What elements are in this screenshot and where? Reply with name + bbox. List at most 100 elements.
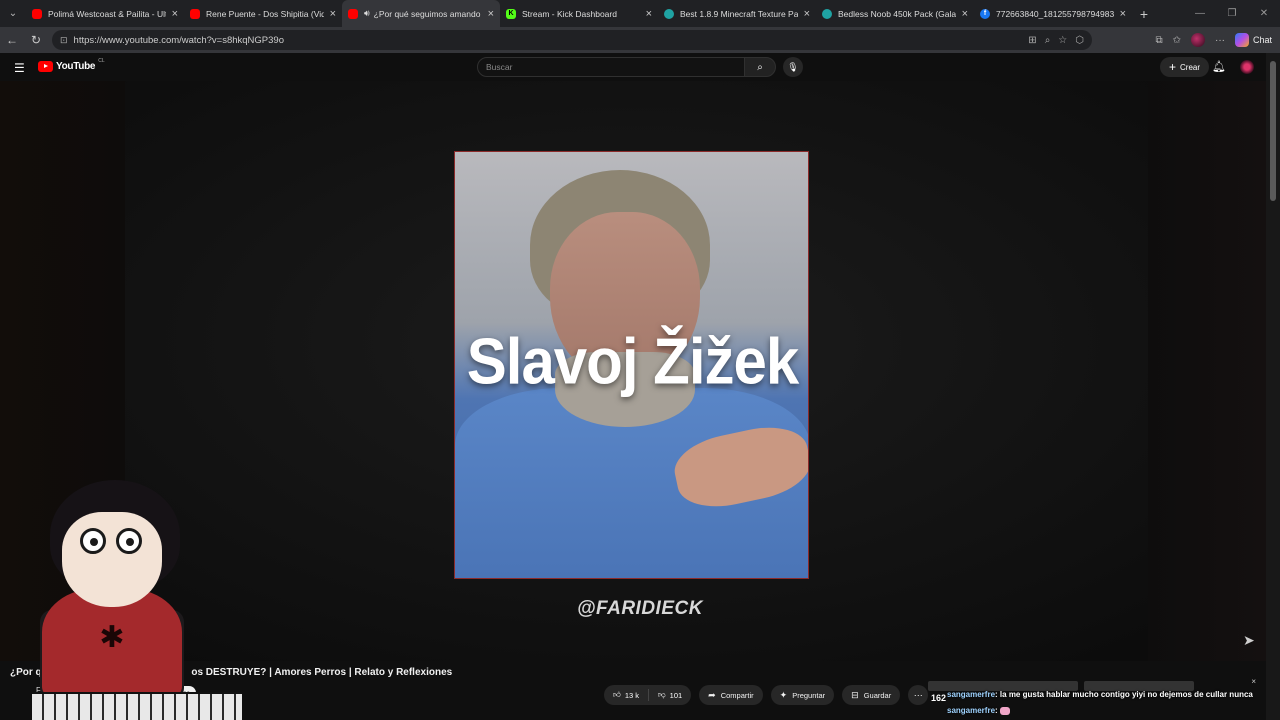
- avatar-face: [62, 512, 162, 607]
- reload-icon[interactable]: ↻: [24, 33, 48, 47]
- extension-icon[interactable]: ⬡: [1075, 35, 1084, 46]
- app-available-icon[interactable]: ⊞: [1028, 35, 1036, 46]
- more-actions-button[interactable]: ···: [908, 685, 929, 705]
- thumbs-up-icon: 👍︎: [613, 690, 621, 699]
- minimize-icon[interactable]: —: [1184, 0, 1216, 27]
- like-dislike-group: 👍︎ 13 k 👎︎ 101: [604, 685, 692, 705]
- omnibox-actions: ⊞ ⌕ ☆ ⬡: [1028, 30, 1084, 50]
- tab-2-active[interactable]: 🔊︎ ¿Por qué seguimos amando a ×: [342, 0, 500, 27]
- favorite-star-icon[interactable]: ☆: [1058, 35, 1067, 46]
- toolbar-right: ⧉ ✩ ··· Chat: [1155, 27, 1272, 53]
- overlay-name-text: Slavoj Žižek: [466, 325, 799, 398]
- more-icon: ···: [913, 690, 923, 700]
- close-icon[interactable]: ×: [962, 8, 968, 20]
- video-actions: 👍︎ 13 k 👎︎ 101 ➦ Compartir ✦ Preguntar ⊟…: [604, 685, 929, 705]
- chat-close-icon[interactable]: ×: [1251, 677, 1256, 686]
- menu-hamburger-icon[interactable]: ☰: [14, 61, 25, 75]
- share-label: Compartir: [720, 690, 754, 700]
- create-button[interactable]: + Crear: [1160, 57, 1210, 77]
- tab-4[interactable]: Best 1.8.9 Minecraft Texture Packs ×: [658, 0, 816, 27]
- window-controls: — ❐ ✕: [1184, 0, 1280, 27]
- search-icon: ⌕: [757, 61, 763, 73]
- scrollbar-thumb[interactable]: [1270, 61, 1276, 201]
- copilot-label: Chat: [1252, 35, 1272, 45]
- chat-count: 162: [931, 693, 947, 703]
- sparkle-icon: ✦: [779, 689, 788, 700]
- more-menu-icon[interactable]: ···: [1215, 35, 1225, 46]
- tab-5[interactable]: Bedless Noob 450k Pack (Galaxy ×: [816, 0, 974, 27]
- country-code: CL: [98, 57, 105, 64]
- streamer-avatar-overlay: ✱: [32, 470, 242, 720]
- url-text: https://www.youtube.com/watch?v=s8hkqNGP…: [73, 34, 284, 46]
- tab-1[interactable]: Rene Puente - Dos Shipitia (Video ×: [184, 0, 342, 27]
- tab-6[interactable]: f 772663840_18125579879498322 ×: [974, 0, 1132, 27]
- zoom-icon[interactable]: ⌕: [1045, 35, 1051, 46]
- plus-icon: +: [1169, 60, 1177, 74]
- stream-chat-overlay: × 162 sangamerfre: la me gusta hablar mu…: [928, 677, 1268, 720]
- profile-avatar[interactable]: [1190, 33, 1205, 47]
- maximize-icon[interactable]: ❐: [1216, 0, 1248, 27]
- share-button[interactable]: ➦ Compartir: [699, 685, 763, 705]
- copilot-chat-button[interactable]: Chat: [1234, 33, 1272, 47]
- close-icon[interactable]: ×: [646, 8, 652, 20]
- youtube-logo[interactable]: YouTube CL: [38, 57, 105, 72]
- close-icon[interactable]: ×: [1120, 8, 1126, 20]
- copilot-icon: [1234, 33, 1249, 47]
- chat-username: sangamerfre: [947, 690, 996, 699]
- tab-0[interactable]: Polimá Westcoast & Pailita - Ultra ×: [26, 0, 184, 27]
- youtube-icon: [190, 8, 200, 19]
- bookmark-icon: ⊟: [851, 689, 859, 700]
- spider-emblem-icon: ✱: [99, 621, 125, 654]
- youtube-masthead: ☰ YouTube CL Buscar ⌕ 🎙︎ + Crear 🔔︎: [0, 53, 1266, 81]
- browser-tab-strip: ⌄ Polimá Westcoast & Pailita - Ultra × R…: [0, 0, 1280, 27]
- page-scrollbar[interactable]: [1266, 53, 1280, 720]
- dislike-button[interactable]: 👎︎ 101: [649, 685, 691, 705]
- like-button[interactable]: 👍︎ 13 k: [604, 685, 648, 705]
- chat-username: sangamerfre: [947, 706, 996, 715]
- avatar-keyboard: [32, 692, 242, 720]
- like-count: 13 k: [624, 690, 640, 700]
- tab-title: ¿Por qué seguimos amando a: [373, 8, 482, 19]
- voice-search-button[interactable]: 🎙︎: [783, 57, 803, 77]
- close-icon[interactable]: ×: [172, 8, 178, 20]
- video-side-right: [1148, 81, 1266, 661]
- account-avatar[interactable]: [1240, 60, 1254, 74]
- tab-title: 772663840_18125579879498322: [996, 8, 1114, 19]
- tab-title: Bedless Noob 450k Pack (Galaxy: [838, 8, 956, 19]
- favorites-icon[interactable]: ✩: [1173, 35, 1181, 46]
- site-info-icon[interactable]: ⊡: [60, 35, 68, 46]
- video-frame-photo: Slavoj Žižek: [454, 151, 809, 579]
- tab-title: Stream - Kick Dashboard: [522, 8, 617, 19]
- tab-3[interactable]: K Stream - Kick Dashboard ×: [500, 0, 658, 27]
- search-button[interactable]: ⌕: [744, 57, 776, 77]
- close-icon[interactable]: ×: [488, 8, 494, 20]
- address-toolbar: ← ↻ ⊡ https://www.youtube.com/watch?v=s8…: [0, 27, 1280, 53]
- facebook-icon: f: [980, 8, 990, 19]
- youtube-icon: [348, 8, 358, 19]
- chat-text: : la me gusta hablar mucho contigo yiyi …: [995, 690, 1253, 699]
- globe-icon: [664, 8, 674, 19]
- split-screen-icon[interactable]: ⧉: [1155, 35, 1162, 46]
- close-window-icon[interactable]: ✕: [1248, 0, 1280, 27]
- tab-title: Best 1.8.9 Minecraft Texture Packs: [680, 8, 798, 19]
- new-tab-button[interactable]: +: [1132, 0, 1156, 27]
- close-icon[interactable]: ×: [330, 8, 336, 20]
- avatar-right-eye: [116, 528, 142, 554]
- thumbs-down-icon: 👎︎: [658, 690, 666, 699]
- back-icon[interactable]: ←: [0, 33, 24, 47]
- save-label: Guardar: [863, 690, 892, 700]
- ask-button[interactable]: ✦ Preguntar: [770, 685, 835, 705]
- avatar-left-eye: [80, 528, 106, 554]
- chat-emote-icon: [999, 706, 1010, 715]
- notifications-bell-icon[interactable]: 🔔︎: [1212, 60, 1226, 73]
- youtube-icon: [32, 8, 42, 19]
- close-icon[interactable]: ×: [804, 8, 810, 20]
- search-input[interactable]: Buscar: [477, 57, 745, 77]
- tab-title: Polimá Westcoast & Pailita - Ultra: [48, 8, 166, 19]
- tab-search-chevron-icon[interactable]: ⌄: [0, 0, 26, 27]
- speaker-icon[interactable]: 🔊︎: [364, 8, 370, 19]
- address-bar[interactable]: ⊡ https://www.youtube.com/watch?v=s8hkqN…: [52, 30, 1092, 50]
- tab-title: Rene Puente - Dos Shipitia (Video: [206, 8, 324, 19]
- channel-watermark: @FARIDIECK: [577, 598, 703, 619]
- save-button[interactable]: ⊟ Guardar: [842, 685, 901, 705]
